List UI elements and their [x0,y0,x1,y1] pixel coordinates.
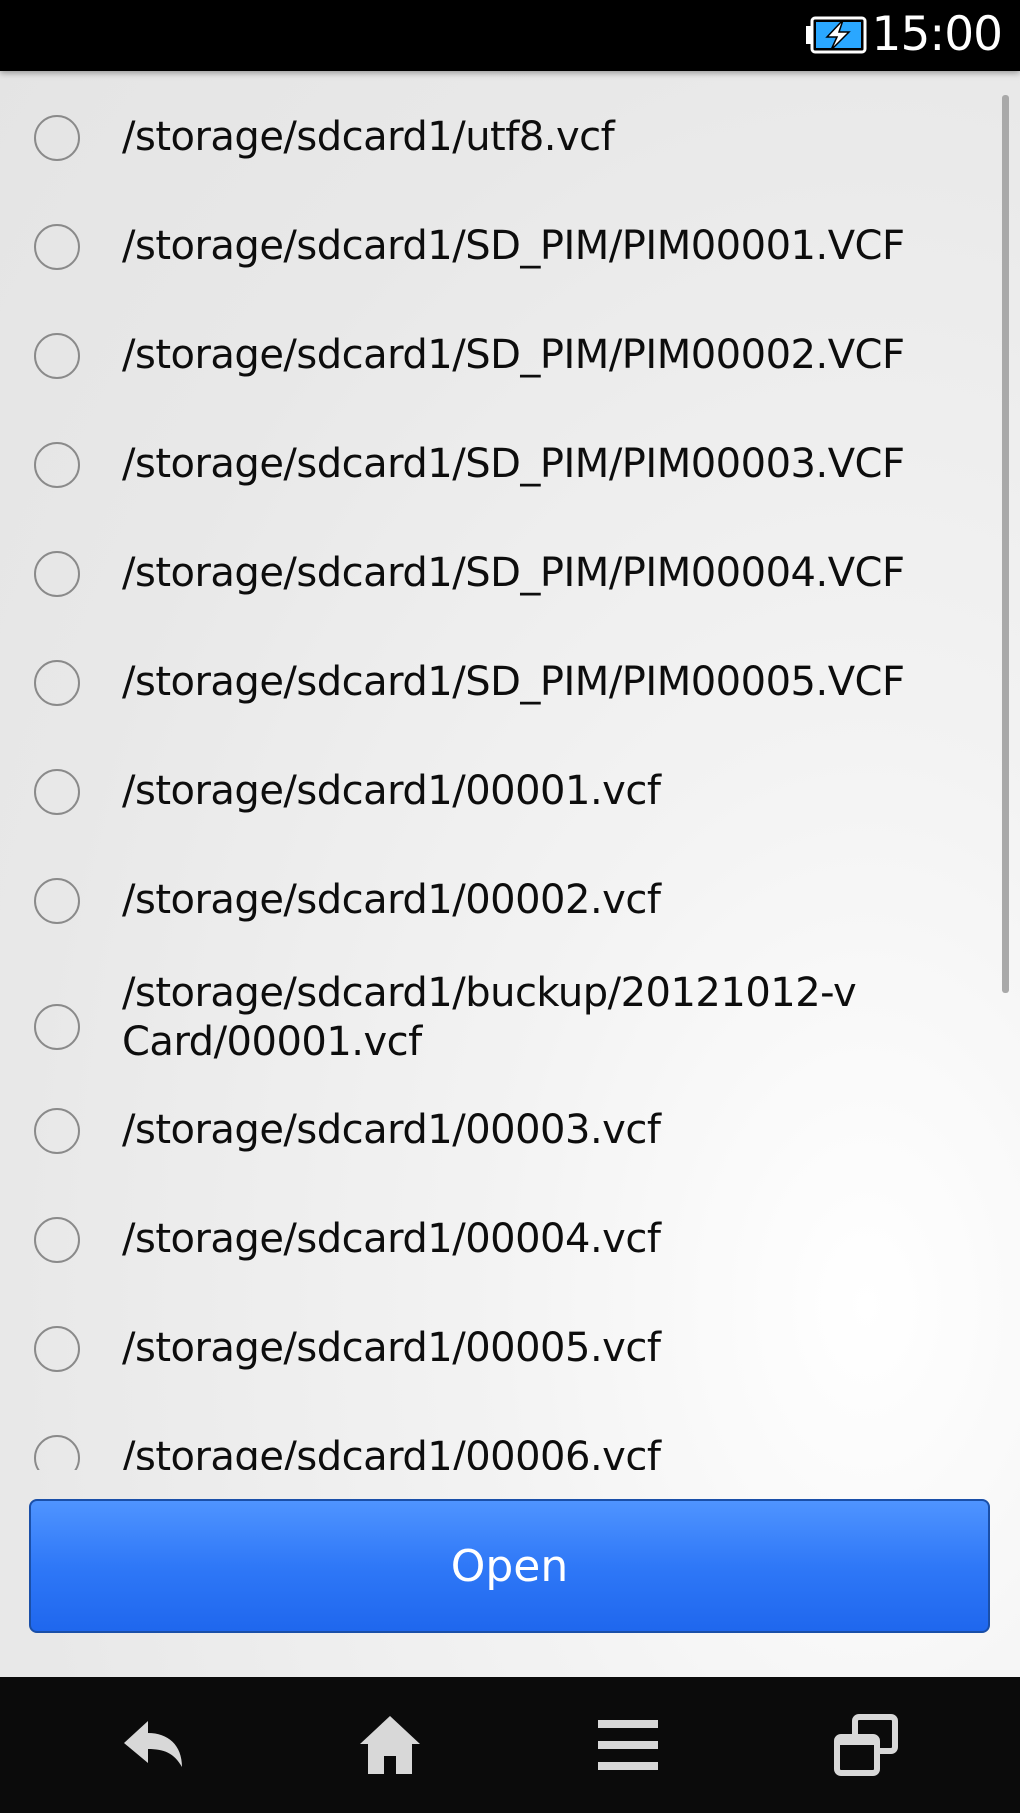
battery-charging-icon [806,16,867,54]
radio-button[interactable] [34,1108,80,1154]
radio-button[interactable] [34,1004,80,1050]
home-button[interactable] [300,1677,480,1813]
list-item[interactable]: /storage/sdcard1/00001.vcf [0,739,1000,848]
list-item[interactable]: /storage/sdcard1/00005.vcf [0,1301,1000,1410]
menu-button[interactable] [538,1677,718,1813]
list-item[interactable]: /storage/sdcard1/00006.vcf [0,1410,1000,1470]
file-path-label: /storage/sdcard1/utf8.vcf [122,114,615,160]
radio-button[interactable] [34,1217,80,1263]
list-item[interactable]: /storage/sdcard1/00003.vcf [0,1083,1000,1192]
list-item[interactable]: /storage/sdcard1/00004.vcf [0,1192,1000,1301]
file-path-label: /storage/sdcard1/SD_PIM/PIM00001.VCF [122,223,905,269]
file-path-label: /storage/sdcard1/00002.vcf [122,877,661,923]
file-path-label: /storage/sdcard1/00004.vcf [122,1216,661,1262]
menu-icon [598,1720,658,1770]
scrollbar[interactable] [1002,95,1009,993]
file-path-label: /storage/sdcard1/SD_PIM/PIM00005.VCF [122,659,905,705]
file-path-label: /storage/sdcard1/00005.vcf [122,1325,661,1371]
file-path-label: /storage/sdcard1/SD_PIM/PIM00002.VCF [122,332,905,378]
file-path-label: /storage/sdcard1/00006.vcf [122,1434,661,1470]
back-icon [124,1721,182,1767]
radio-button[interactable] [34,333,80,379]
radio-button[interactable] [34,1435,80,1470]
list-item[interactable]: /storage/sdcard1/SD_PIM/PIM00003.VCF [0,412,1000,521]
radio-button[interactable] [34,551,80,597]
status-bar: 15:00 [0,0,1020,71]
file-list[interactable]: /storage/sdcard1/utf8.vcf /storage/sdcar… [0,85,1000,1470]
list-item[interactable]: /storage/sdcard1/utf8.vcf [0,85,1000,194]
open-button[interactable]: Open [29,1499,990,1633]
radio-button[interactable] [34,769,80,815]
file-path-label: /storage/sdcard1/SD_PIM/PIM00004.VCF [122,550,905,596]
recent-apps-button[interactable] [776,1677,956,1813]
home-icon [360,1716,420,1774]
list-item[interactable]: /storage/sdcard1/SD_PIM/PIM00001.VCF [0,194,1000,303]
list-item[interactable]: /storage/sdcard1/00002.vcf [0,848,1000,957]
radio-button[interactable] [34,442,80,488]
radio-button[interactable] [34,1326,80,1372]
radio-button[interactable] [34,878,80,924]
list-item[interactable]: /storage/sdcard1/buckup/20121012-vCard/0… [0,957,1000,1083]
list-item[interactable]: /storage/sdcard1/SD_PIM/PIM00002.VCF [0,303,1000,412]
file-path-label: /storage/sdcard1/00001.vcf [122,768,661,814]
clock: 15:00 [871,7,1003,62]
radio-button[interactable] [34,115,80,161]
back-button[interactable] [63,1677,243,1813]
radio-button[interactable] [34,224,80,270]
list-item[interactable]: /storage/sdcard1/SD_PIM/PIM00005.VCF [0,630,1000,739]
nav-bar [0,1677,1020,1813]
file-path-label: /storage/sdcard1/SD_PIM/PIM00003.VCF [122,441,905,487]
file-path-label: /storage/sdcard1/00003.vcf [122,1107,661,1153]
file-path-label: /storage/sdcard1/buckup/20121012-vCard/0… [122,970,857,1065]
screen: 15:00 /storage/sdcard1/utf8.vcf /storage… [0,0,1020,1813]
recent-apps-icon [834,1714,898,1776]
radio-button[interactable] [34,660,80,706]
list-item[interactable]: /storage/sdcard1/SD_PIM/PIM00004.VCF [0,521,1000,630]
